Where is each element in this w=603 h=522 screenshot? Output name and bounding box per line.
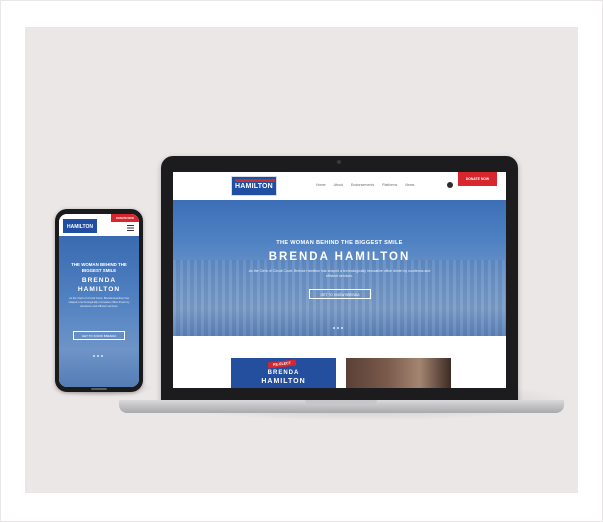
logo-text: HAMILTON: [235, 183, 273, 190]
nav-links: Home About Endorsements Platforms News: [316, 183, 414, 187]
hero-banner: THE WOMAN BEHIND THE BIGGEST SMILE BREND…: [173, 200, 506, 336]
card-name-line2: HAMILTON: [261, 378, 306, 385]
donate-button[interactable]: DONATE NOW: [458, 172, 497, 186]
mobile-donate-label: DONATE NOW: [116, 216, 134, 220]
slider-dot[interactable]: [93, 355, 95, 357]
phone-home-indicator: [91, 388, 107, 390]
photo-card[interactable]: [346, 358, 451, 388]
mobile-slider-dots: [93, 355, 103, 357]
laptop-notch: [305, 400, 377, 404]
mobile-hero: THE WOMAN BEHIND THE BIGGEST SMILE BREND…: [59, 236, 139, 387]
slider-dot[interactable]: [97, 355, 99, 357]
mobile-hero-name-line1: BRENDA: [81, 277, 117, 284]
laptop: HAMILTON Home About Endorsements Platfor…: [161, 156, 518, 402]
hero-slider-dots: [333, 327, 343, 329]
slider-dot[interactable]: [341, 327, 343, 329]
nav-link-news[interactable]: News: [405, 183, 414, 187]
reelect-badge-text: RE-ELECT: [272, 361, 292, 367]
mockup-frame: HAMILTON Home About Endorsements Platfor…: [0, 0, 603, 522]
nav-link-home[interactable]: Home: [316, 183, 326, 187]
hero-name: BRENDA HAMILTON: [268, 251, 411, 263]
mobile-hero-button-label: GET TO KNOW BRENDA: [81, 334, 117, 338]
slider-dot[interactable]: [337, 327, 339, 329]
facebook-icon[interactable]: [447, 182, 453, 188]
hamburger-icon[interactable]: [127, 225, 134, 231]
reelect-card[interactable]: RE-ELECT BRENDA HAMILTON: [231, 358, 336, 388]
laptop-base: [119, 400, 564, 413]
hero-button-label: GET TO KNOW BRENDA: [320, 292, 360, 297]
site-logo[interactable]: HAMILTON: [231, 176, 277, 196]
mobile-hero-name: BRENDA HAMILTON: [63, 277, 135, 294]
mobile-logo-text: HAMILTON: [67, 223, 93, 230]
phone-screen: HAMILTON DONATE NOW THE WOMAN BEHIND THE…: [59, 214, 139, 387]
mobile-get-to-know-button[interactable]: GET TO KNOW BRENDA: [73, 331, 125, 340]
card-name-line1: BRENDA: [267, 370, 300, 376]
donate-label: DONATE NOW: [465, 177, 490, 181]
slider-dot[interactable]: [333, 327, 335, 329]
get-to-know-button[interactable]: GET TO KNOW BRENDA: [309, 289, 371, 299]
mobile-hero-name-line2: HAMILTON: [77, 285, 121, 293]
mobile-hero-description: As the Clerk of Circuit Court, Brenda Ha…: [68, 297, 130, 308]
laptop-camera: [337, 160, 341, 164]
slider-dot[interactable]: [101, 355, 103, 357]
mobile-logo[interactable]: HAMILTON: [63, 219, 97, 233]
laptop-screen: HAMILTON Home About Endorsements Platfor…: [173, 172, 506, 388]
nav-link-about[interactable]: About: [334, 183, 343, 187]
phone: HAMILTON DONATE NOW THE WOMAN BEHIND THE…: [55, 209, 143, 392]
nav-link-platforms[interactable]: Platforms: [382, 183, 397, 187]
hero-kicker: THE WOMAN BEHIND THE BIGGEST SMILE: [276, 240, 403, 246]
reelect-badge: RE-ELECT: [267, 359, 297, 369]
nav-link-endorsements[interactable]: Endorsements: [351, 183, 374, 187]
logo-stripe: [235, 179, 275, 182]
hero-description: As the Clerk of Circuit Court, Brenda Ha…: [248, 269, 431, 278]
mobile-donate-button[interactable]: DONATE NOW: [111, 214, 139, 222]
site-navbar: HAMILTON Home About Endorsements Platfor…: [173, 172, 506, 200]
mobile-hero-kicker: THE WOMAN BEHIND THE BIGGEST SMILE: [71, 262, 127, 273]
mobile-navbar: HAMILTON DONATE NOW: [59, 214, 139, 236]
